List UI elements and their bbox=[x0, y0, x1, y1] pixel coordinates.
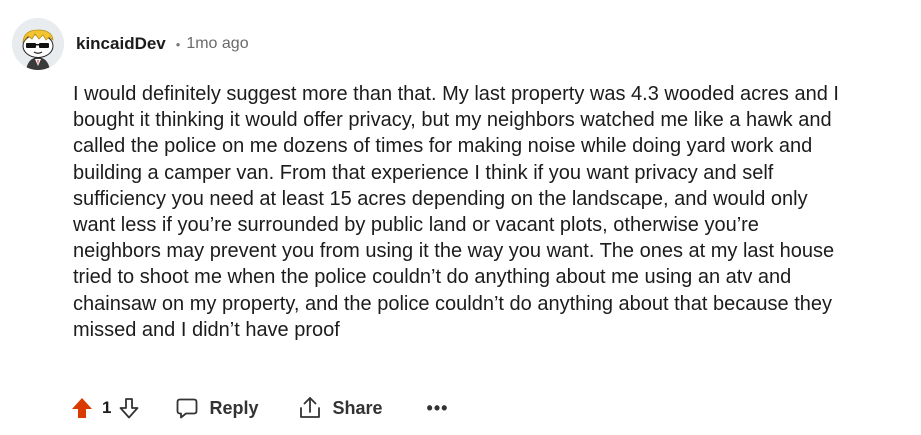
meta-separator: • bbox=[175, 36, 181, 52]
comment: kincaidDev • 1mo ago I would definitely … bbox=[0, 0, 921, 435]
more-options-ellipsis-icon[interactable]: ••• bbox=[427, 399, 449, 417]
comment-action-bar: 1 Reply Share ••• bbox=[70, 390, 448, 426]
share-button[interactable]: Share bbox=[297, 395, 383, 421]
user-avatar[interactable] bbox=[12, 18, 64, 70]
comment-author[interactable]: kincaidDev bbox=[76, 34, 166, 54]
share-icon bbox=[297, 395, 323, 421]
comment-timestamp[interactable]: 1mo ago bbox=[186, 35, 248, 53]
reply-label: Reply bbox=[209, 397, 259, 418]
snoo-avatar-icon bbox=[12, 18, 64, 70]
vote-count: 1 bbox=[102, 398, 112, 417]
comment-body: I would definitely suggest more than tha… bbox=[73, 83, 839, 341]
speech-bubble-icon bbox=[175, 396, 199, 420]
reply-button[interactable]: Reply bbox=[175, 396, 259, 420]
downvote-arrow-icon[interactable] bbox=[117, 396, 141, 420]
upvote-arrow-icon[interactable] bbox=[70, 396, 94, 420]
comment-header: kincaidDev • 1mo ago bbox=[12, 18, 249, 70]
share-label: Share bbox=[332, 397, 383, 418]
